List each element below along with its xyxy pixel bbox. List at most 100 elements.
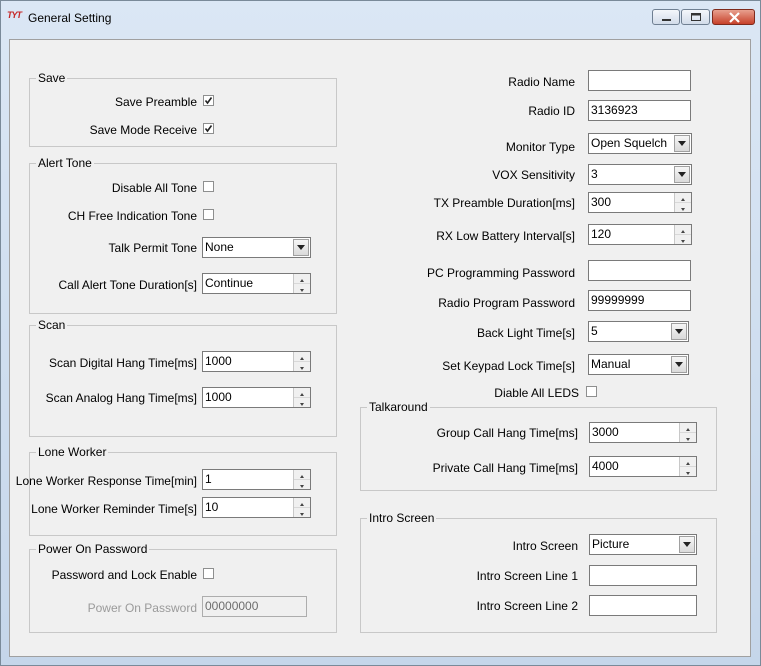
spin-down-button[interactable] [675,235,691,244]
monitor-type-label: Monitor Type [505,140,575,154]
radio-id-field[interactable]: 3136923 [588,100,691,121]
power-on-password-label: Power On Password [87,601,197,615]
arrow-down-icon [686,438,690,441]
settings-panel: Save Save Preamble Save Mode Receive Ale… [9,39,751,657]
pc-programming-password-field[interactable] [588,260,691,281]
spin-down-button[interactable] [680,433,696,442]
call-alert-tone-duration-value: Continue [205,276,254,290]
radio-name-label: Radio Name [508,75,575,89]
disable-all-leds-checkbox[interactable] [586,386,597,397]
vox-sensitivity-label: VOX Sensitivity [492,168,575,182]
spin-down-button[interactable] [294,398,310,407]
spin-down-button[interactable] [294,362,310,371]
power-on-password-legend: Power On Password [36,542,150,556]
talk-permit-tone-label: Talk Permit Tone [108,241,197,255]
maximize-button[interactable] [681,9,710,25]
dropdown-arrow-button[interactable] [674,135,690,152]
scan-analog-hang-time-value: 1000 [205,390,232,404]
spinner-buttons [293,498,310,517]
spin-down-button[interactable] [294,284,310,293]
spin-down-button[interactable] [294,480,310,489]
set-keypad-lock-time-select[interactable]: Manual [588,354,689,375]
maximize-icon [691,13,701,21]
dropdown-arrow-button[interactable] [671,323,687,340]
tx-preamble-duration-value: 300 [591,195,612,209]
arrow-down-icon [300,289,304,292]
radio-name-field[interactable] [588,70,691,91]
app-logo-icon: TYT [7,10,22,20]
scan-legend: Scan [36,318,68,332]
title-bar[interactable]: TYT General Setting [1,1,760,31]
tx-preamble-duration-label: TX Preamble Duration[ms] [433,196,575,210]
spin-up-button[interactable] [294,274,310,284]
arrow-down-icon [686,472,690,475]
save-preamble-label: Save Preamble [114,95,197,109]
lone-worker-reminder-time-spinner[interactable]: 10 [202,497,311,518]
save-preamble-checkbox[interactable] [203,95,214,106]
save-mode-receive-checkbox[interactable] [203,123,214,134]
intro-screen-line-1-label: Intro Screen Line 1 [476,569,578,583]
spinner-buttons [293,470,310,489]
monitor-type-select[interactable]: Open Squelch [588,133,692,154]
talk-permit-tone-select[interactable]: None [202,237,311,258]
spin-up-button[interactable] [680,423,696,433]
group-call-hang-time-value: 3000 [592,425,619,439]
intro-screen-select[interactable]: Picture [589,534,697,555]
lone-worker-response-time-value: 1 [205,472,212,486]
talkaround-group: Talkaround [360,400,717,491]
spin-down-button[interactable] [680,467,696,476]
back-light-time-select[interactable]: 5 [588,321,689,342]
lone-worker-response-time-spinner[interactable]: 1 [202,469,311,490]
save-mode-receive-label: Save Mode Receive [89,123,197,137]
dropdown-arrow-button[interactable] [293,239,309,256]
intro-screen-line-1-field[interactable] [589,565,697,586]
password-and-lock-enable-checkbox[interactable] [203,568,214,579]
scan-analog-hang-time-spinner[interactable]: 1000 [202,387,311,408]
vox-sensitivity-value: 3 [591,167,598,181]
private-call-hang-time-value: 4000 [592,459,619,473]
dropdown-arrow-button[interactable] [679,536,695,553]
spin-down-button[interactable] [294,508,310,517]
intro-screen-label: Intro Screen [512,539,578,553]
dropdown-arrow-button[interactable] [674,166,690,183]
ch-free-indication-tone-checkbox[interactable] [203,209,214,220]
spin-up-button[interactable] [675,193,691,203]
arrow-down-icon [300,485,304,488]
scan-group: Scan [29,318,337,437]
lone-worker-reminder-time-value: 10 [205,500,219,514]
arrow-down-icon [300,367,304,370]
tx-preamble-duration-spinner[interactable]: 300 [588,192,692,213]
scan-analog-hang-time-label: Scan Analog Hang Time[ms] [45,391,197,405]
spin-up-button[interactable] [680,457,696,467]
rx-low-battery-interval-value: 120 [591,227,612,241]
rx-low-battery-interval-spinner[interactable]: 120 [588,224,692,245]
spin-up-button[interactable] [675,225,691,235]
dropdown-arrow-button[interactable] [671,356,687,373]
back-light-time-value: 5 [591,324,598,338]
group-call-hang-time-spinner[interactable]: 3000 [589,422,697,443]
minimize-button[interactable] [652,9,680,25]
spin-up-button[interactable] [294,388,310,398]
spinner-buttons [679,457,696,476]
intro-screen-line-2-field[interactable] [589,595,697,616]
call-alert-tone-duration-label: Call Alert Tone Duration[s] [58,278,197,292]
spinner-buttons [674,193,691,212]
vox-sensitivity-select[interactable]: 3 [588,164,692,185]
alert-tone-legend: Alert Tone [36,156,94,170]
monitor-type-value: Open Squelch [591,136,668,150]
spinner-buttons [293,274,310,293]
lone-worker-legend: Lone Worker [36,445,109,459]
call-alert-tone-duration-spinner[interactable]: Continue [202,273,311,294]
private-call-hang-time-spinner[interactable]: 4000 [589,456,697,477]
disable-all-tone-checkbox[interactable] [203,181,214,192]
spin-up-button[interactable] [294,498,310,508]
scan-digital-hang-time-spinner[interactable]: 1000 [202,351,311,372]
spin-up-button[interactable] [294,352,310,362]
save-legend: Save [36,71,68,85]
spin-up-button[interactable] [294,470,310,480]
spin-down-button[interactable] [675,203,691,212]
radio-program-password-field[interactable]: 99999999 [588,290,691,311]
ch-free-indication-tone-label: CH Free Indication Tone [67,209,197,223]
intro-screen-line-2-label: Intro Screen Line 2 [476,599,578,613]
close-button[interactable] [712,9,755,25]
